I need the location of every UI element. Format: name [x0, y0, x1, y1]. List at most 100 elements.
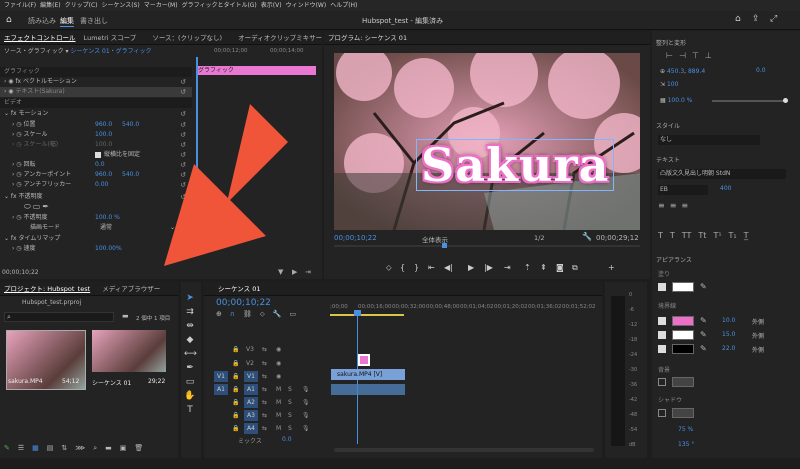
italic-icon[interactable]: T: [670, 231, 675, 240]
automate-icon[interactable]: ⋙: [75, 444, 85, 453]
solo-button[interactable]: S: [288, 423, 292, 435]
graphic-clip[interactable]: [358, 354, 370, 366]
lock-icon[interactable]: 🔒: [232, 344, 239, 356]
scale-value[interactable]: 100.0: [95, 130, 112, 140]
step-forward-icon[interactable]: |▶: [484, 263, 493, 272]
ec-playhead[interactable]: [196, 57, 198, 237]
stopwatch-icon[interactable]: › ◷: [0, 181, 22, 188]
stroke-color-swatch[interactable]: [672, 330, 694, 340]
text-align-left-icon[interactable]: ≡: [658, 201, 665, 210]
reset-icon[interactable]: ↺: [180, 130, 186, 140]
tab-media-browser[interactable]: メディアブラウザー: [102, 285, 160, 293]
text-align-right-icon[interactable]: ≡: [681, 201, 688, 210]
shadow-opacity[interactable]: 75 %: [678, 426, 693, 433]
opacity-value[interactable]: 100.0 %: [95, 213, 120, 223]
add-button-icon[interactable]: +: [608, 263, 615, 272]
goto-in-icon[interactable]: ⇤: [428, 263, 435, 272]
underline-icon[interactable]: T̲: [744, 231, 749, 240]
sync-icon[interactable]: ⇆: [262, 371, 267, 383]
eg-opacity[interactable]: 100.0 %: [668, 97, 693, 104]
stroke-width[interactable]: 15.0: [722, 331, 735, 338]
lock-icon[interactable]: 🔒: [232, 384, 239, 396]
play-only-icon[interactable]: ▶: [292, 268, 297, 276]
font-size-value[interactable]: 400: [720, 185, 731, 192]
mute-button[interactable]: M: [276, 397, 281, 409]
lock-icon[interactable]: 🔒: [232, 423, 239, 435]
tab-import[interactable]: 読み込み: [28, 16, 56, 26]
menu-clip[interactable]: クリップ(C): [65, 0, 98, 11]
stopwatch-icon[interactable]: › ◷: [0, 161, 22, 168]
stroke-checkbox[interactable]: [658, 317, 666, 325]
mix-value[interactable]: 0.0: [282, 436, 292, 443]
background-swatch[interactable]: [672, 377, 694, 387]
rectangle-tool-icon[interactable]: ▭: [184, 376, 196, 388]
home-icon[interactable]: ⌂: [6, 15, 12, 25]
tab-lumetri-scope[interactable]: Lumetri スコープ: [84, 34, 137, 42]
stroke-checkbox[interactable]: [658, 345, 666, 353]
goto-out-icon[interactable]: ⇥: [504, 263, 511, 272]
text-layer-row[interactable]: › ◉ テキスト(Sakura) ↺: [0, 87, 192, 97]
audio-clip[interactable]: [331, 384, 405, 395]
superscript-icon[interactable]: T¹: [713, 231, 721, 240]
project-item[interactable]: [92, 330, 166, 372]
overlay-title-text[interactable]: Sakura: [416, 139, 615, 191]
reset-icon[interactable]: ↺: [180, 180, 186, 190]
shadow-swatch[interactable]: [672, 408, 694, 418]
sort-icon[interactable]: ⇅: [61, 444, 67, 453]
solo-button[interactable]: S: [288, 384, 292, 396]
nest-icon[interactable]: ⊕: [216, 310, 222, 319]
track-target-a4[interactable]: A4: [244, 423, 258, 434]
step-back-icon[interactable]: ◀|: [444, 263, 453, 272]
mark-in-icon[interactable]: {: [400, 263, 405, 272]
opacity-section-row[interactable]: ⌄ fx 不透明度 ↺: [0, 192, 192, 202]
project-search-input[interactable]: ⌕: [4, 312, 114, 322]
menu-view[interactable]: 表示(V): [261, 0, 282, 11]
align-right-icon[interactable]: ⊤: [692, 51, 699, 60]
align-center-icon[interactable]: ⊣: [679, 51, 686, 60]
stroke-color-swatch[interactable]: [672, 316, 694, 326]
home-icon[interactable]: ⌂: [735, 14, 741, 24]
mark-out-icon[interactable]: }: [414, 263, 419, 272]
sync-icon[interactable]: ⇆: [262, 358, 267, 370]
snap-icon[interactable]: ∩: [230, 310, 235, 319]
share-icon[interactable]: ⇪: [752, 14, 760, 24]
playhead-handle[interactable]: [354, 310, 361, 316]
wrench-icon[interactable]: 🔧: [582, 232, 592, 241]
menu-sequence[interactable]: シーケンス(S): [102, 0, 140, 11]
eyedropper-icon[interactable]: ✎: [700, 344, 707, 353]
search-icon[interactable]: ⌕: [93, 444, 97, 453]
fill-checkbox[interactable]: [658, 283, 666, 291]
reset-icon[interactable]: ↺: [180, 213, 186, 223]
anchor-x-value[interactable]: 960.0: [95, 170, 112, 180]
play-icon[interactable]: ▶: [468, 263, 474, 272]
eye-icon[interactable]: ◉: [276, 344, 281, 356]
mic-icon[interactable]: 🎙: [302, 397, 310, 409]
mic-icon[interactable]: 🎙: [302, 410, 310, 422]
program-title[interactable]: プログラム: シーケンス 01: [324, 31, 650, 45]
type-tool-icon[interactable]: T: [184, 404, 196, 416]
fill-color-swatch[interactable]: [672, 282, 694, 292]
mic-icon[interactable]: 🎙: [302, 423, 310, 435]
speed-value[interactable]: 100.00%: [95, 244, 122, 254]
video-clip[interactable]: sakura.MP4 [V]: [331, 369, 405, 380]
captions-icon[interactable]: ▭: [290, 310, 297, 319]
sync-icon[interactable]: ⇆: [262, 384, 267, 396]
quality-dropdown[interactable]: 1/2: [534, 234, 544, 242]
menu-graphics[interactable]: グラフィックとタイトル(G): [182, 0, 257, 11]
pencil-icon[interactable]: ✎: [4, 444, 10, 453]
font-style-dropdown[interactable]: EB: [658, 185, 708, 195]
lock-icon[interactable]: 🔒: [232, 410, 239, 422]
reset-icon[interactable]: ↺: [180, 160, 186, 170]
mute-button[interactable]: M: [276, 423, 281, 435]
ellipse-mask-icon[interactable]: ⬭: [0, 202, 31, 211]
stopwatch-icon[interactable]: › ◷: [0, 214, 22, 221]
source-patch-v1[interactable]: V1: [214, 371, 228, 382]
shadow-angle[interactable]: 135 °: [678, 441, 694, 448]
blend-dropdown[interactable]: 通常: [100, 223, 112, 233]
timeline-scrollbar[interactable]: [334, 448, 594, 452]
trash-icon[interactable]: 🗑: [134, 444, 143, 453]
add-marker-icon[interactable]: ⬦: [260, 310, 265, 319]
list-view-icon[interactable]: ☰: [18, 444, 24, 453]
eyedropper-icon[interactable]: ✎: [700, 316, 707, 325]
extract-icon[interactable]: ⇞: [540, 263, 547, 272]
